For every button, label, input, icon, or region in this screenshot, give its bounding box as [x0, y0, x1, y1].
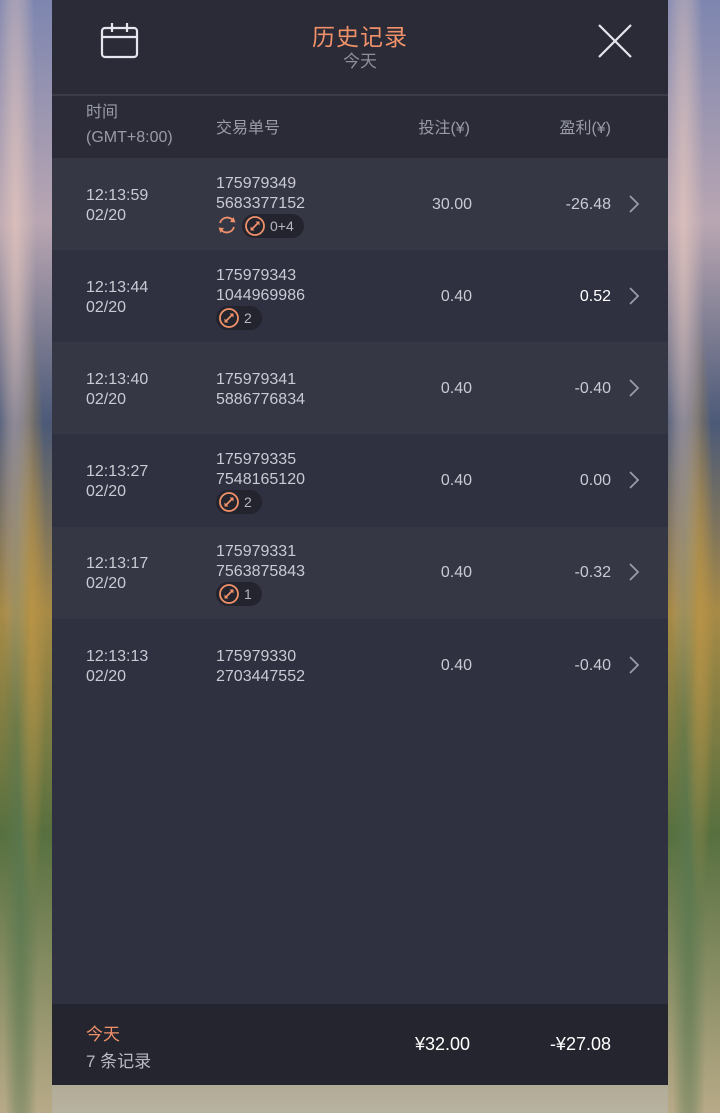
row-ticket-part2: 5886776834: [216, 391, 305, 408]
table-row[interactable]: 12:13:44 02/20 175979343 1044969986 2 0.…: [52, 250, 668, 342]
col-profit-label: 盈利(¥): [559, 120, 611, 137]
badge-count: 2: [244, 310, 252, 326]
table-row[interactable]: 12:13:40 02/20 175979341 5886776834 0.40…: [52, 342, 668, 434]
badge-count: 0+4: [270, 218, 294, 234]
row-ticket-part2: 1044969986: [216, 287, 305, 304]
row-ticket-part2: 7563875843: [216, 563, 305, 580]
refresh-icon: [218, 216, 236, 234]
chevron-right-icon: [629, 563, 640, 581]
close-button[interactable]: [596, 22, 634, 60]
row-badges: 2: [216, 306, 262, 330]
row-bet: 0.40: [440, 657, 472, 674]
row-time: 12:13:59: [86, 187, 149, 204]
row-date: 02/20: [86, 668, 127, 685]
table-row[interactable]: 12:13:59 02/20 175979349 5683377152 0+4: [52, 158, 668, 250]
spin-icon: [219, 492, 239, 512]
row-ticket-part1: 175979330: [216, 648, 297, 665]
chevron-right-icon: [629, 195, 640, 213]
row-time: 12:13:13: [86, 648, 149, 665]
row-bet: 0.40: [440, 564, 472, 581]
col-time-label: 时间: [86, 104, 119, 121]
row-profit: -0.40: [574, 657, 611, 674]
row-profit: -0.40: [574, 380, 611, 397]
badge-count: 1: [244, 586, 252, 602]
chevron-right-icon: [629, 471, 640, 489]
footer-record-count: 7 条记录: [86, 1052, 152, 1071]
col-bet-label: 投注(¥): [418, 120, 470, 137]
row-ticket-part1: 175979349: [216, 175, 297, 192]
summary-footer: 今天 7 条记录 ¥32.00 -¥27.08: [52, 1004, 668, 1085]
spin-icon: [219, 308, 239, 328]
table-row[interactable]: 12:13:17 02/20 175979331 7563875843 1 0.…: [52, 527, 668, 619]
row-profit: 0.00: [579, 472, 611, 489]
row-time: 12:13:44: [86, 279, 149, 296]
row-ticket-part2: 7548165120: [216, 471, 305, 488]
table-row[interactable]: 12:13:13 02/20 175979330 2703447552 0.40…: [52, 620, 668, 712]
col-timezone-label: (GMT+8:00): [86, 129, 173, 146]
row-date: 02/20: [86, 483, 127, 500]
spin-icon: [245, 216, 265, 236]
footer-period-label: 今天: [86, 1025, 120, 1044]
chevron-right-icon: [629, 379, 640, 397]
row-bet: 0.40: [440, 288, 472, 305]
row-ticket-part1: 175979331: [216, 543, 297, 560]
row-date: 02/20: [86, 391, 127, 408]
close-icon: [598, 24, 632, 58]
footer-total-bet: ¥32.00: [414, 1034, 470, 1054]
free-spin-badge: 2: [216, 306, 262, 330]
row-date: 02/20: [86, 575, 127, 592]
row-badges: 1: [216, 582, 262, 606]
row-profit: -0.32: [574, 564, 611, 581]
row-ticket-part1: 175979341: [216, 371, 297, 388]
row-time: 12:13:40: [86, 371, 149, 388]
chevron-right-icon: [629, 656, 640, 674]
free-spin-badge: 0+4: [242, 214, 304, 238]
row-ticket-part1: 175979335: [216, 451, 297, 468]
row-badges: 2: [216, 490, 262, 514]
row-time: 12:13:17: [86, 555, 149, 572]
row-profit: 0.52: [579, 288, 611, 305]
row-ticket-part1: 175979343: [216, 267, 297, 284]
row-date: 02/20: [86, 299, 127, 316]
header-bar: 历史记录 今天: [52, 0, 668, 96]
col-ticket-label: 交易单号: [216, 120, 281, 137]
table-row[interactable]: 12:13:27 02/20 175979335 7548165120 2 0.…: [52, 435, 668, 527]
row-profit: -26.48: [565, 196, 611, 213]
background-left: [0, 0, 52, 1113]
row-ticket-part2: 5683377152: [216, 195, 305, 212]
badge-count: 2: [244, 494, 252, 510]
row-badges: 0+4: [216, 214, 304, 238]
footer-total-profit: -¥27.08: [549, 1034, 611, 1054]
free-spin-badge: 1: [216, 582, 262, 606]
row-date: 02/20: [86, 207, 127, 224]
spin-icon: [219, 584, 239, 604]
row-time: 12:13:27: [86, 463, 149, 480]
background-right: [668, 0, 720, 1113]
chevron-right-icon: [629, 287, 640, 305]
row-bet: 0.40: [440, 380, 472, 397]
free-spin-badge: 2: [216, 490, 262, 514]
row-bet: 30.00: [431, 196, 472, 213]
row-bet: 0.40: [440, 472, 472, 489]
page-subtitle: 今天: [343, 52, 377, 71]
table-header: 时间 (GMT+8:00) 交易单号 投注(¥) 盈利(¥): [52, 96, 668, 158]
history-panel: 历史记录 今天 时间 (GMT+8:00) 交易单号 投注(¥) 盈利(¥) 1…: [52, 0, 668, 1085]
row-ticket-part2: 2703447552: [216, 668, 305, 685]
